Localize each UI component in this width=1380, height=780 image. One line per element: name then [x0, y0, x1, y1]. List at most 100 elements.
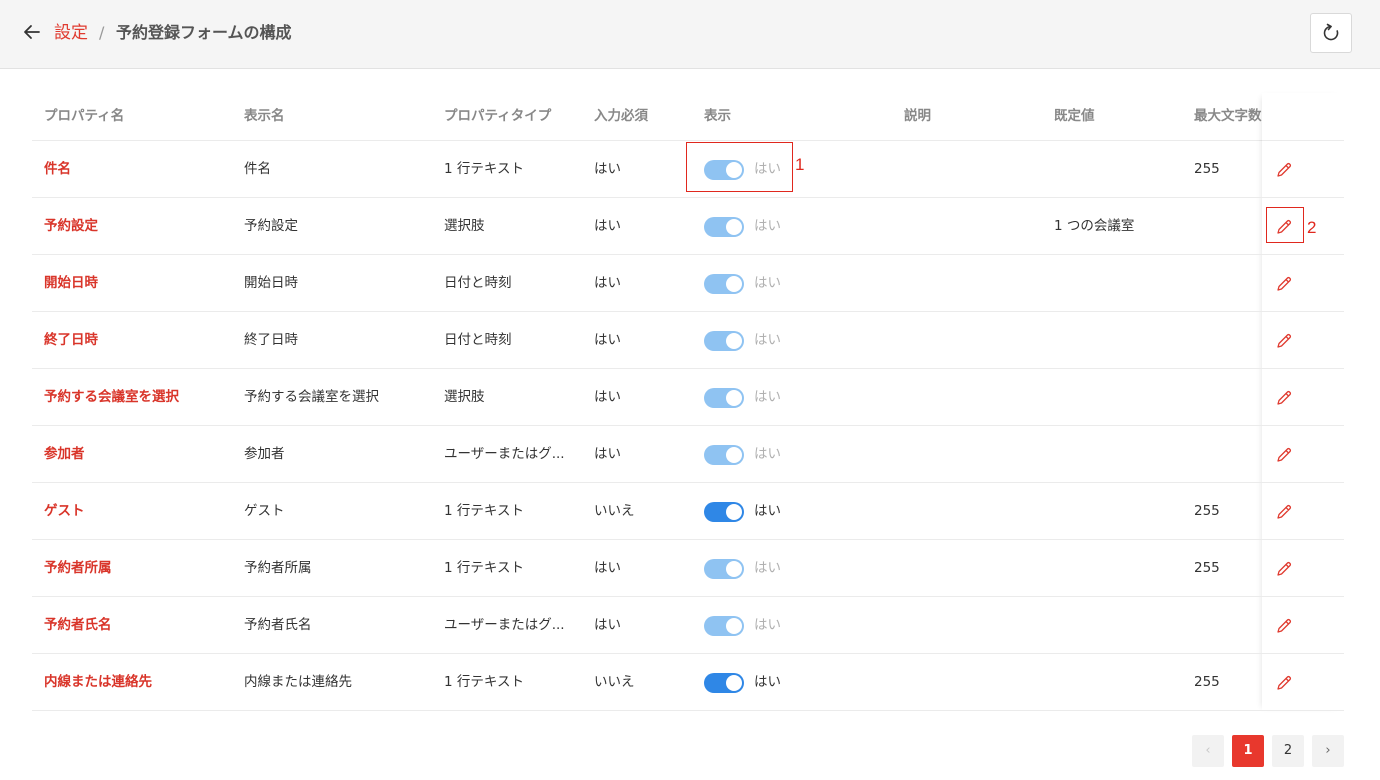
- visibility-toggle[interactable]: [704, 331, 744, 351]
- pagination-prev-button[interactable]: ‹: [1192, 735, 1224, 767]
- edit-button[interactable]: [1272, 272, 1296, 296]
- col-header-property-type: プロパティタイプ: [444, 108, 552, 124]
- edit-button[interactable]: [1272, 443, 1296, 467]
- annotation-box-1: [686, 142, 793, 192]
- description-cell: [904, 483, 1044, 540]
- required-cell: はい: [594, 446, 621, 462]
- max-length-cell: 255: [1194, 161, 1220, 177]
- refresh-button[interactable]: [1310, 13, 1352, 53]
- max-length-cell: [1194, 597, 1264, 654]
- max-length-cell: [1194, 255, 1264, 312]
- description-cell: [904, 141, 1044, 198]
- default-value-cell: [1054, 369, 1184, 426]
- edit-button[interactable]: [1272, 386, 1296, 410]
- visibility-label: はい: [754, 560, 781, 576]
- toggle-knob: [726, 504, 742, 520]
- pencil-icon: [1277, 504, 1292, 519]
- display-name-cell: 参加者: [244, 446, 285, 462]
- pagination-page-2[interactable]: 2: [1272, 735, 1304, 767]
- arrow-left-icon: [24, 25, 40, 39]
- col-header-property-name: プロパティ名: [44, 108, 125, 124]
- display-name-cell: 終了日時: [244, 332, 298, 348]
- col-header-max-length: 最大文字数: [1194, 108, 1262, 124]
- property-name-link[interactable]: 参加者: [44, 426, 234, 483]
- property-type-cell: 1 行テキスト: [444, 560, 524, 576]
- max-length-cell: [1194, 426, 1264, 483]
- property-type-cell: 1 行テキスト: [444, 503, 524, 519]
- visibility-label: はい: [754, 503, 781, 519]
- breadcrumb-separator: /: [99, 23, 105, 42]
- edit-button[interactable]: [1272, 557, 1296, 581]
- visibility-toggle[interactable]: [704, 673, 744, 693]
- pencil-icon: [1277, 390, 1292, 405]
- annotation-number-2: 2: [1307, 218, 1317, 237]
- property-name-link[interactable]: ゲスト: [44, 483, 234, 540]
- visibility-toggle[interactable]: [704, 445, 744, 465]
- description-cell: [904, 198, 1044, 255]
- table-row: 予約する会議室を選択 予約する会議室を選択 選択肢 はい はい: [32, 369, 1344, 426]
- col-header-visible: 表示: [704, 108, 731, 124]
- property-name-link[interactable]: 件名: [44, 141, 234, 198]
- display-name-cell: ゲスト: [244, 503, 285, 519]
- visibility-toggle[interactable]: [704, 217, 744, 237]
- property-name-link[interactable]: 予約者氏名: [44, 597, 234, 654]
- property-name-link[interactable]: 予約する会議室を選択: [44, 369, 234, 426]
- description-cell: [904, 369, 1044, 426]
- pagination-page-1[interactable]: 1: [1232, 735, 1264, 767]
- max-length-cell: 255: [1194, 560, 1220, 576]
- max-length-cell: [1194, 198, 1264, 255]
- default-value-cell: [1054, 255, 1184, 312]
- property-name-link[interactable]: 内線または連絡先: [44, 654, 234, 711]
- edit-button[interactable]: [1272, 614, 1296, 638]
- display-name-cell: 予約設定: [244, 218, 298, 234]
- display-name-cell: 予約者氏名: [244, 617, 312, 633]
- property-name-link[interactable]: 予約者所属: [44, 540, 234, 597]
- edit-button[interactable]: [1272, 158, 1296, 182]
- refresh-icon: [1323, 23, 1339, 41]
- visibility-label: はい: [754, 446, 781, 462]
- visibility-label: はい: [754, 275, 781, 291]
- property-name-link[interactable]: 終了日時: [44, 312, 234, 369]
- required-cell: はい: [594, 275, 621, 291]
- max-length-cell: [1194, 369, 1264, 426]
- toggle-knob: [726, 561, 742, 577]
- toggle-knob: [726, 618, 742, 634]
- toggle-knob: [726, 219, 742, 235]
- visibility-toggle[interactable]: [704, 388, 744, 408]
- property-type-cell: ユーザーまたはグ...: [444, 446, 565, 462]
- pencil-icon: [1277, 618, 1292, 633]
- table-row: 予約者所属 予約者所属 1 行テキスト はい はい 255: [32, 540, 1344, 597]
- required-cell: はい: [594, 218, 621, 234]
- property-name-link[interactable]: 開始日時: [44, 255, 234, 312]
- visibility-toggle[interactable]: [704, 274, 744, 294]
- default-value-cell: [1054, 483, 1184, 540]
- description-cell: [904, 540, 1044, 597]
- pencil-icon: [1277, 276, 1292, 291]
- visibility-toggle[interactable]: [704, 616, 744, 636]
- visibility-label: はい: [754, 674, 781, 690]
- pagination-next-button[interactable]: ›: [1312, 735, 1344, 767]
- required-cell: はい: [594, 389, 621, 405]
- pencil-icon: [1277, 162, 1292, 177]
- annotation-box-2: [1266, 207, 1304, 243]
- visibility-toggle[interactable]: [704, 502, 744, 522]
- breadcrumb-settings-link[interactable]: 設定: [54, 22, 88, 44]
- edit-button[interactable]: [1272, 500, 1296, 524]
- pencil-icon: [1277, 561, 1292, 576]
- required-cell: はい: [594, 560, 621, 576]
- description-cell: [904, 597, 1044, 654]
- edit-button[interactable]: [1272, 671, 1296, 695]
- pencil-icon: [1277, 333, 1292, 348]
- property-name-link[interactable]: 予約設定: [44, 198, 234, 255]
- visibility-label: はい: [754, 332, 781, 348]
- pencil-icon: [1277, 447, 1292, 462]
- col-header-display-name: 表示名: [244, 108, 285, 124]
- back-button[interactable]: [20, 20, 44, 44]
- visibility-toggle[interactable]: [704, 559, 744, 579]
- col-header-required: 入力必須: [594, 108, 648, 124]
- max-length-cell: [1194, 312, 1264, 369]
- col-header-description: 説明: [904, 108, 931, 124]
- default-value-cell: [1054, 312, 1184, 369]
- default-value-cell: [1054, 654, 1184, 711]
- edit-button[interactable]: [1272, 329, 1296, 353]
